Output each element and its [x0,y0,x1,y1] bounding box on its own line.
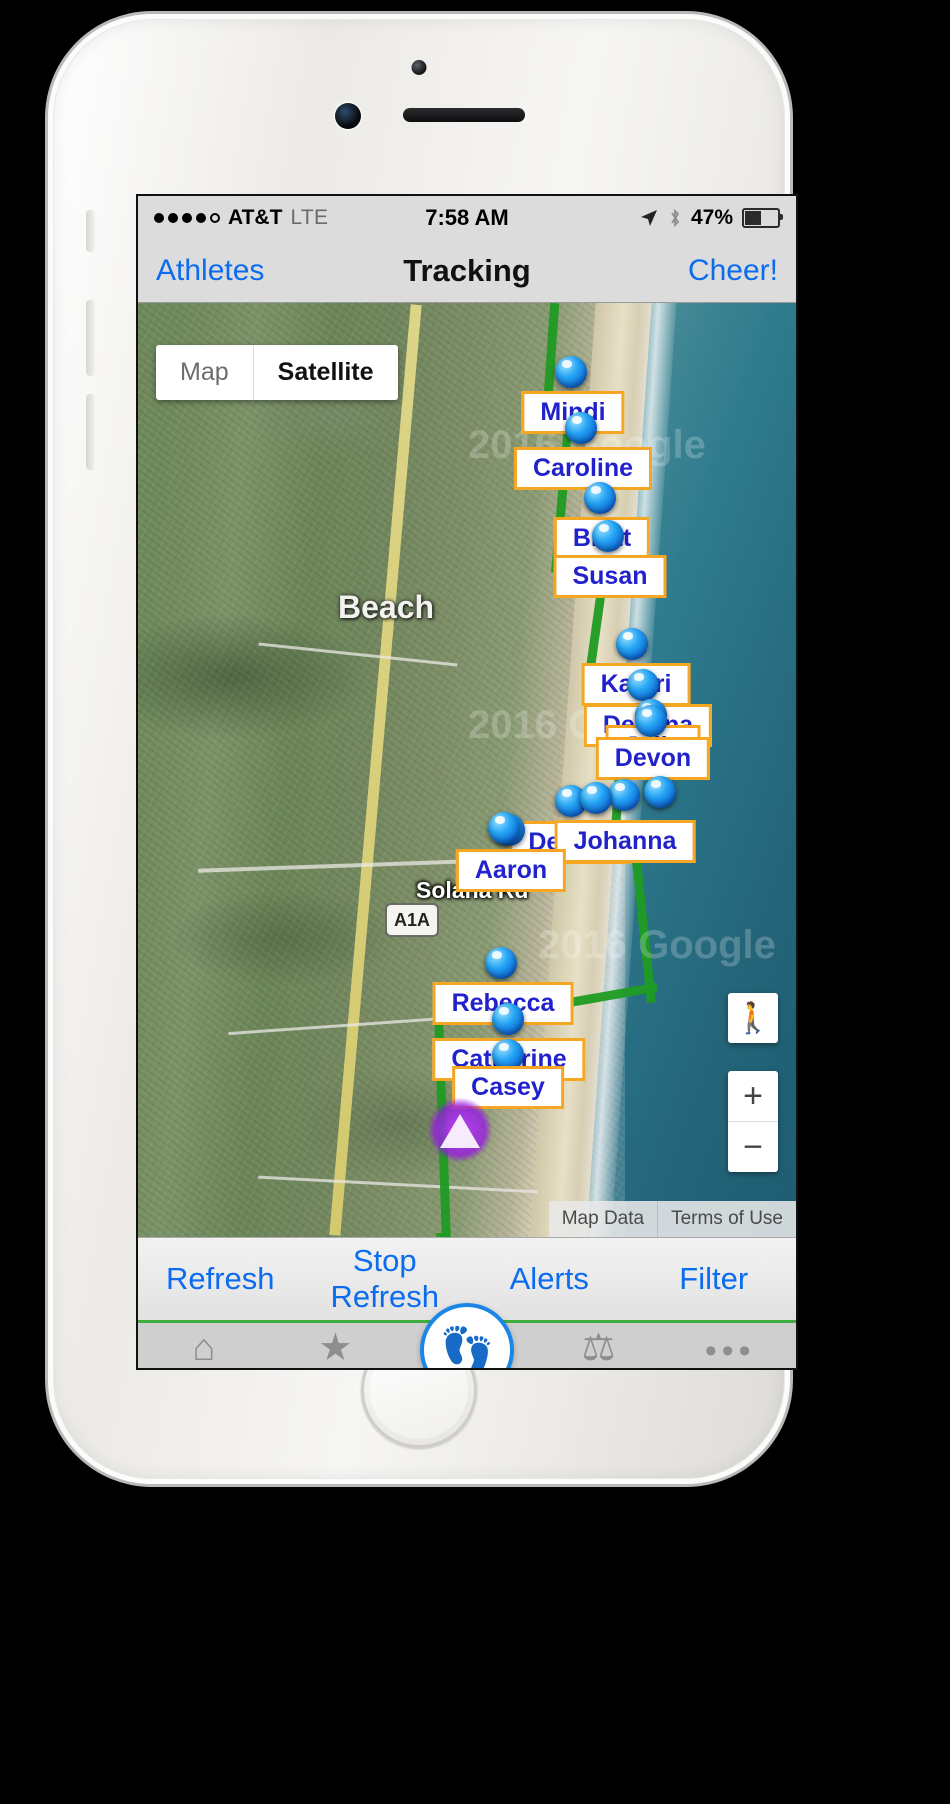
route-shield-a1a: A1A [385,903,439,937]
volume-down-button[interactable] [86,394,95,470]
navigation-bar: Athletes Tracking Cheer! [138,240,796,303]
athlete-pin-mindi[interactable] [555,356,587,388]
zoom-controls[interactable]: + − [728,1071,778,1172]
athlete-label-caroline[interactable]: Caroline [513,447,653,490]
ellipsis-icon: ••• [704,1332,756,1368]
location-arrow-icon [640,210,657,226]
athlete-pin-extra-1[interactable] [580,782,612,814]
map-data-link[interactable]: Map Data [549,1201,657,1237]
home-icon: ⌂ [192,1327,216,1368]
trophy-icon: ⚖ [581,1327,616,1368]
athlete-pin-rebecca[interactable] [485,947,517,979]
google-watermark-3: 2016 Google [538,923,776,967]
battery-icon [742,208,783,228]
pegman-icon[interactable]: 🚶 [728,993,778,1043]
stop-refresh-button[interactable]: Stop Refresh [303,1243,468,1315]
tab-my-participants[interactable]: ★ My Participants [270,1329,402,1368]
place-label-beach: Beach [338,589,435,625]
battery-percent-label: 47% [690,206,733,229]
zoom-out-button[interactable]: − [728,1122,778,1172]
status-bar-right: 47% [639,206,783,230]
tab-bar: ⌂ Home ★ My Participants 👣 ⚖ Results •••… [138,1303,796,1368]
athlete-label-devon[interactable]: Devon [595,737,711,780]
map-type-control[interactable]: Map Satellite [156,345,398,400]
status-bar: AT&T LTE 7:58 AM 47% [138,196,796,240]
phone-device: AT&T LTE 7:58 AM 47% Athletes Tracking C… [48,14,796,1484]
athlete-label-johanna[interactable]: Johanna [554,820,696,863]
map-type-satellite[interactable]: Satellite [252,345,398,400]
athlete-pin-extra-0[interactable] [644,776,676,808]
terms-of-use-link[interactable]: Terms of Use [657,1201,796,1237]
athlete-pin-kateri[interactable] [616,628,648,660]
athlete-pin-brett[interactable] [584,482,616,514]
athlete-pin-extra-2[interactable] [488,812,520,844]
tab-more[interactable]: ••• More [664,1329,796,1368]
tab-home[interactable]: ⌂ Home [138,1329,270,1368]
silent-switch[interactable] [86,210,95,252]
filter-button[interactable]: Filter [632,1261,797,1297]
zoom-in-button[interactable]: + [728,1071,778,1122]
tab-results[interactable]: ⚖ Results [533,1329,665,1368]
athlete-pin-devon[interactable] [635,705,667,737]
map-view[interactable]: Beach Solana Rd A1A LATRIUM 2016 Google … [138,303,796,1237]
athlete-pin-deanna[interactable] [627,669,659,701]
front-sensor-icon [411,60,427,75]
star-person-icon: ★ [318,1327,353,1368]
athlete-pin-caroline[interactable] [565,412,597,444]
volume-up-button[interactable] [86,300,95,376]
map-type-map[interactable]: Map [156,345,253,400]
athlete-label-aaron[interactable]: Aaron [455,849,567,892]
alerts-button[interactable]: Alerts [467,1261,632,1297]
athlete-pin-johanna[interactable] [608,779,640,811]
athlete-pin-susan[interactable] [592,520,624,552]
front-camera-icon [335,103,361,129]
athlete-label-susan[interactable]: Susan [553,555,667,598]
cheer-button[interactable]: Cheer! [688,254,778,288]
start-location-marker [428,1098,492,1162]
bluetooth-icon [671,208,680,228]
earpiece-speaker [403,108,525,122]
map-attribution: Map Data Terms of Use [548,1201,796,1237]
phone-screen: AT&T LTE 7:58 AM 47% Athletes Tracking C… [138,196,796,1368]
athlete-pin-catherine[interactable] [492,1003,524,1035]
refresh-button[interactable]: Refresh [138,1261,303,1297]
